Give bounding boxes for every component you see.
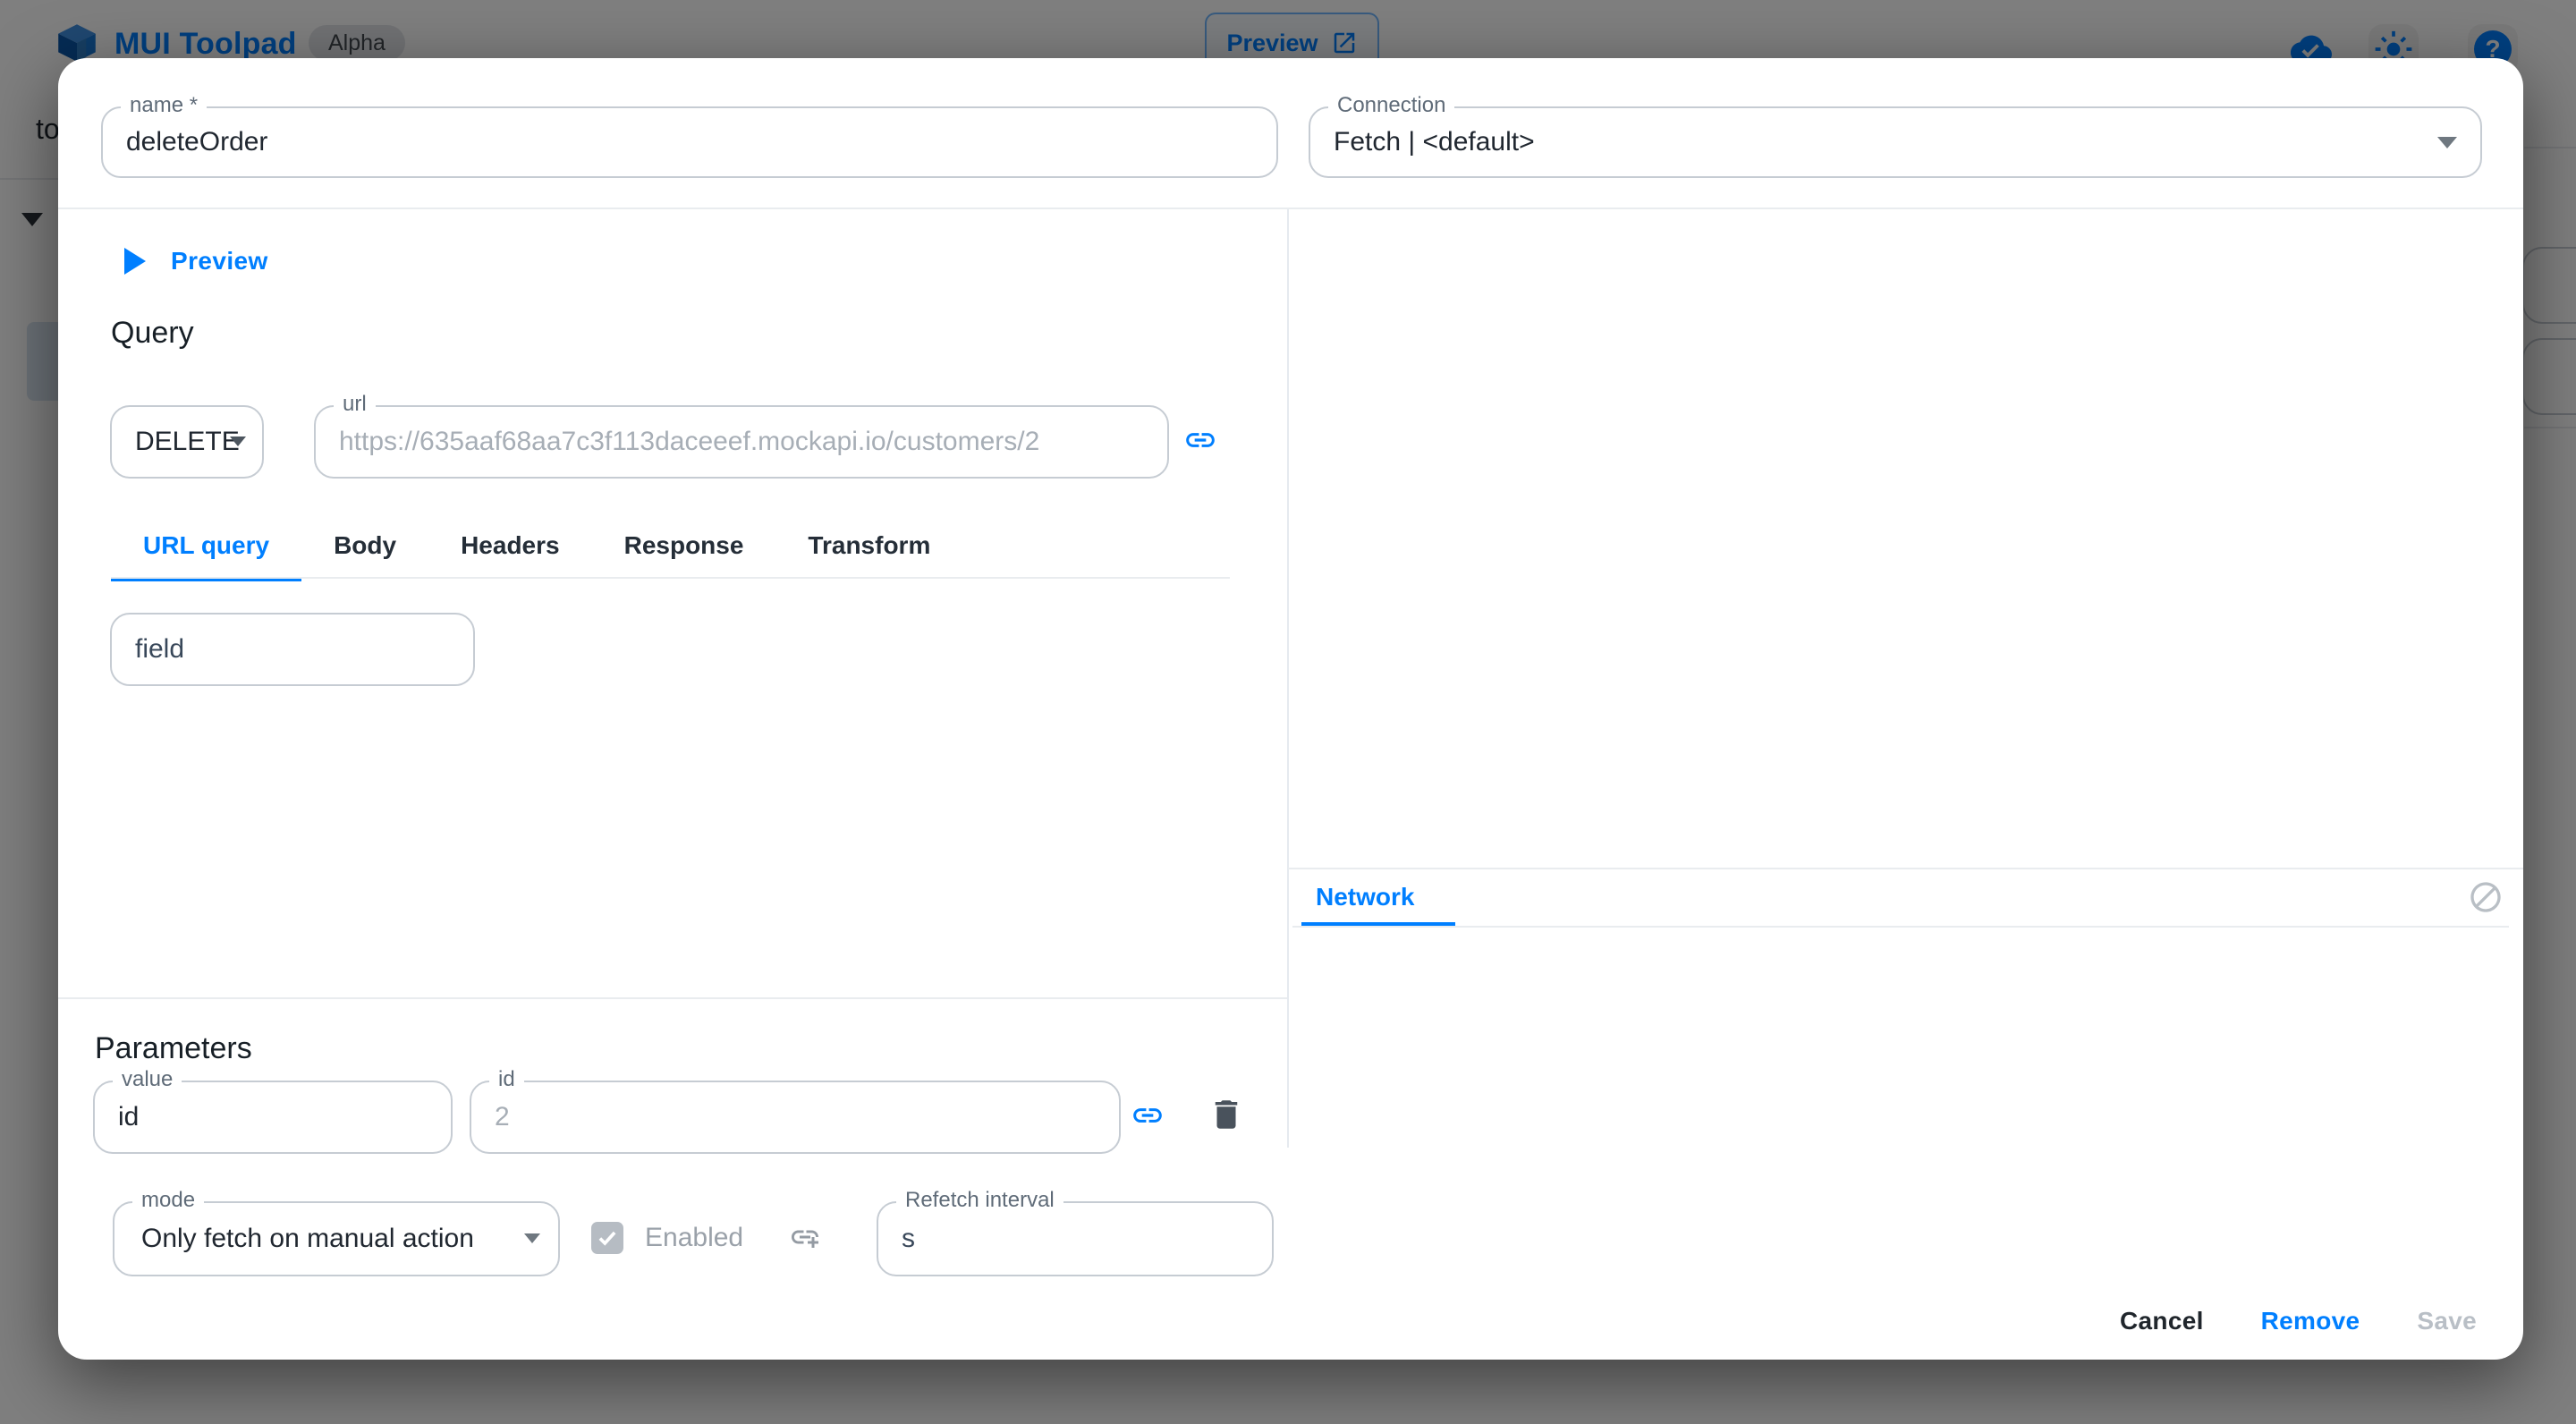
- connection-label: Connection: [1328, 93, 1454, 118]
- tab-headers[interactable]: Headers: [428, 516, 592, 579]
- param-id-placeholder: 2: [495, 1102, 510, 1132]
- query-name-value: deleteOrder: [126, 127, 267, 157]
- query-field-input[interactable]: field: [110, 613, 475, 686]
- param-bind-link-icon[interactable]: [1131, 1098, 1165, 1132]
- query-name-field[interactable]: name * deleteOrder: [101, 106, 1278, 178]
- mode-value: Only fetch on manual action: [141, 1224, 474, 1254]
- tab-network[interactable]: Network: [1316, 883, 1414, 911]
- run-preview-button[interactable]: Preview: [124, 233, 268, 289]
- url-input[interactable]: url https://635aaf68aa7c3f113daceeef.moc…: [314, 405, 1169, 479]
- pane-divider: [1287, 209, 1289, 1148]
- connection-value: Fetch | <default>: [1334, 127, 1535, 157]
- chevron-down-icon: [524, 1233, 540, 1243]
- chevron-down-icon: [2437, 137, 2457, 148]
- param-id-input[interactable]: id 2: [470, 1081, 1121, 1154]
- enabled-checkbox[interactable]: [591, 1222, 623, 1254]
- url-placeholder: https://635aaf68aa7c3f113daceeef.mockapi…: [339, 427, 1039, 457]
- param-value-label: value: [113, 1067, 182, 1092]
- query-field-value: field: [135, 634, 184, 665]
- mode-label: mode: [132, 1188, 204, 1213]
- request-tabs: URL query Body Headers Response Transfor…: [111, 516, 962, 579]
- refetch-interval-input[interactable]: Refetch interval s: [877, 1201, 1274, 1276]
- check-icon: [596, 1226, 619, 1250]
- http-method-select[interactable]: DELETE: [110, 405, 264, 479]
- refetch-interval-label: Refetch interval: [896, 1188, 1063, 1213]
- network-panel-divider: [1288, 868, 2523, 869]
- chevron-down-icon: [230, 437, 246, 446]
- param-value-text: id: [118, 1102, 139, 1132]
- clear-network-block-icon[interactable]: [2468, 879, 2504, 915]
- play-icon: [124, 248, 146, 275]
- tab-response[interactable]: Response: [592, 516, 776, 579]
- tab-transform[interactable]: Transform: [775, 516, 962, 579]
- save-button[interactable]: Save: [2417, 1307, 2477, 1335]
- query-editor-dialog: name * deleteOrder Connection Fetch | <d…: [58, 58, 2523, 1360]
- remove-button[interactable]: Remove: [2261, 1307, 2360, 1335]
- param-id-label: id: [489, 1067, 524, 1092]
- http-method-value: DELETE: [135, 427, 240, 457]
- header-divider: [58, 208, 2523, 209]
- tab-url-query[interactable]: URL query: [111, 516, 301, 579]
- parameters-divider: [58, 997, 1287, 999]
- dialog-actions: Cancel Remove Save: [2120, 1307, 2477, 1335]
- tab-body[interactable]: Body: [301, 516, 428, 579]
- query-name-label: name *: [121, 93, 207, 118]
- delete-param-trash-icon[interactable]: [1208, 1096, 1245, 1133]
- enabled-label: Enabled: [645, 1223, 743, 1253]
- refetch-interval-value: s: [902, 1224, 915, 1254]
- bind-link-icon[interactable]: [1183, 423, 1217, 457]
- url-label: url: [334, 392, 376, 417]
- query-heading: Query: [111, 316, 194, 351]
- network-tabs-divider: [1292, 926, 2509, 928]
- parameters-heading: Parameters: [95, 1031, 252, 1066]
- param-value-input[interactable]: value id: [93, 1081, 453, 1154]
- add-link-icon[interactable]: [789, 1221, 821, 1253]
- screen: MUI Toolpad Alpha Preview ?: [0, 0, 2576, 1424]
- tabs-divider: [111, 577, 1230, 579]
- mode-select[interactable]: mode Only fetch on manual action: [113, 1201, 560, 1276]
- run-preview-label: Preview: [171, 247, 268, 275]
- cancel-button[interactable]: Cancel: [2120, 1307, 2204, 1335]
- connection-select[interactable]: Connection Fetch | <default>: [1309, 106, 2482, 178]
